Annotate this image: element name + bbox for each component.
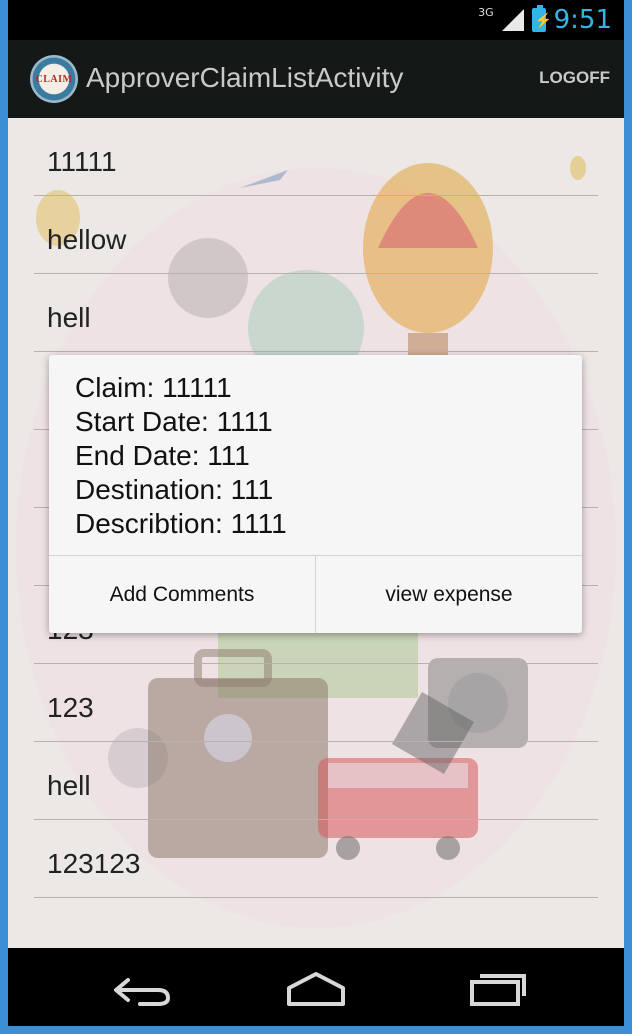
- home-icon[interactable]: [281, 966, 351, 1010]
- battery-icon: ⚡: [531, 5, 552, 32]
- description-line: Describtion: 1111: [75, 508, 287, 539]
- dialog-message: Claim: 11111 Start Date: 1111 End Date: …: [75, 371, 287, 541]
- signal-icon: [501, 9, 524, 31]
- device-screen: 3G ⚡ 9:51 CLAIM ApproverClaimListActivit…: [8, 0, 624, 1026]
- start-date-line: Start Date: 1111: [75, 406, 273, 437]
- app-logo-icon[interactable]: CLAIM: [30, 55, 78, 103]
- action-bar: CLAIM ApproverClaimListActivity LOGOFF: [8, 40, 624, 118]
- recents-icon[interactable]: [464, 966, 534, 1010]
- claim-list-container: 11111 hellow hell 123 123 hell 123123 Cl…: [8, 118, 624, 948]
- back-icon[interactable]: [108, 966, 178, 1010]
- destination-line: Destination: 111: [75, 474, 274, 505]
- dialog-buttons: Add Comments view expense: [49, 555, 582, 633]
- add-comments-button[interactable]: Add Comments: [49, 556, 315, 633]
- app-logo-text: CLAIM: [35, 73, 73, 85]
- logoff-button[interactable]: LOGOFF: [539, 68, 610, 88]
- status-bar: 3G ⚡ 9:51: [8, 0, 624, 40]
- page-title: ApproverClaimListActivity: [86, 62, 404, 93]
- view-expense-button[interactable]: view expense: [315, 556, 582, 633]
- claim-details-dialog: Claim: 11111 Start Date: 1111 End Date: …: [49, 355, 582, 633]
- claim-line: Claim: 11111: [75, 372, 232, 403]
- clock: 9:51: [553, 5, 612, 35]
- end-date-line: End Date: 111: [75, 440, 250, 471]
- navigation-bar: [8, 948, 624, 1026]
- network-type: 3G: [478, 5, 494, 19]
- status-icons: 3G ⚡ 9:51: [478, 4, 612, 36]
